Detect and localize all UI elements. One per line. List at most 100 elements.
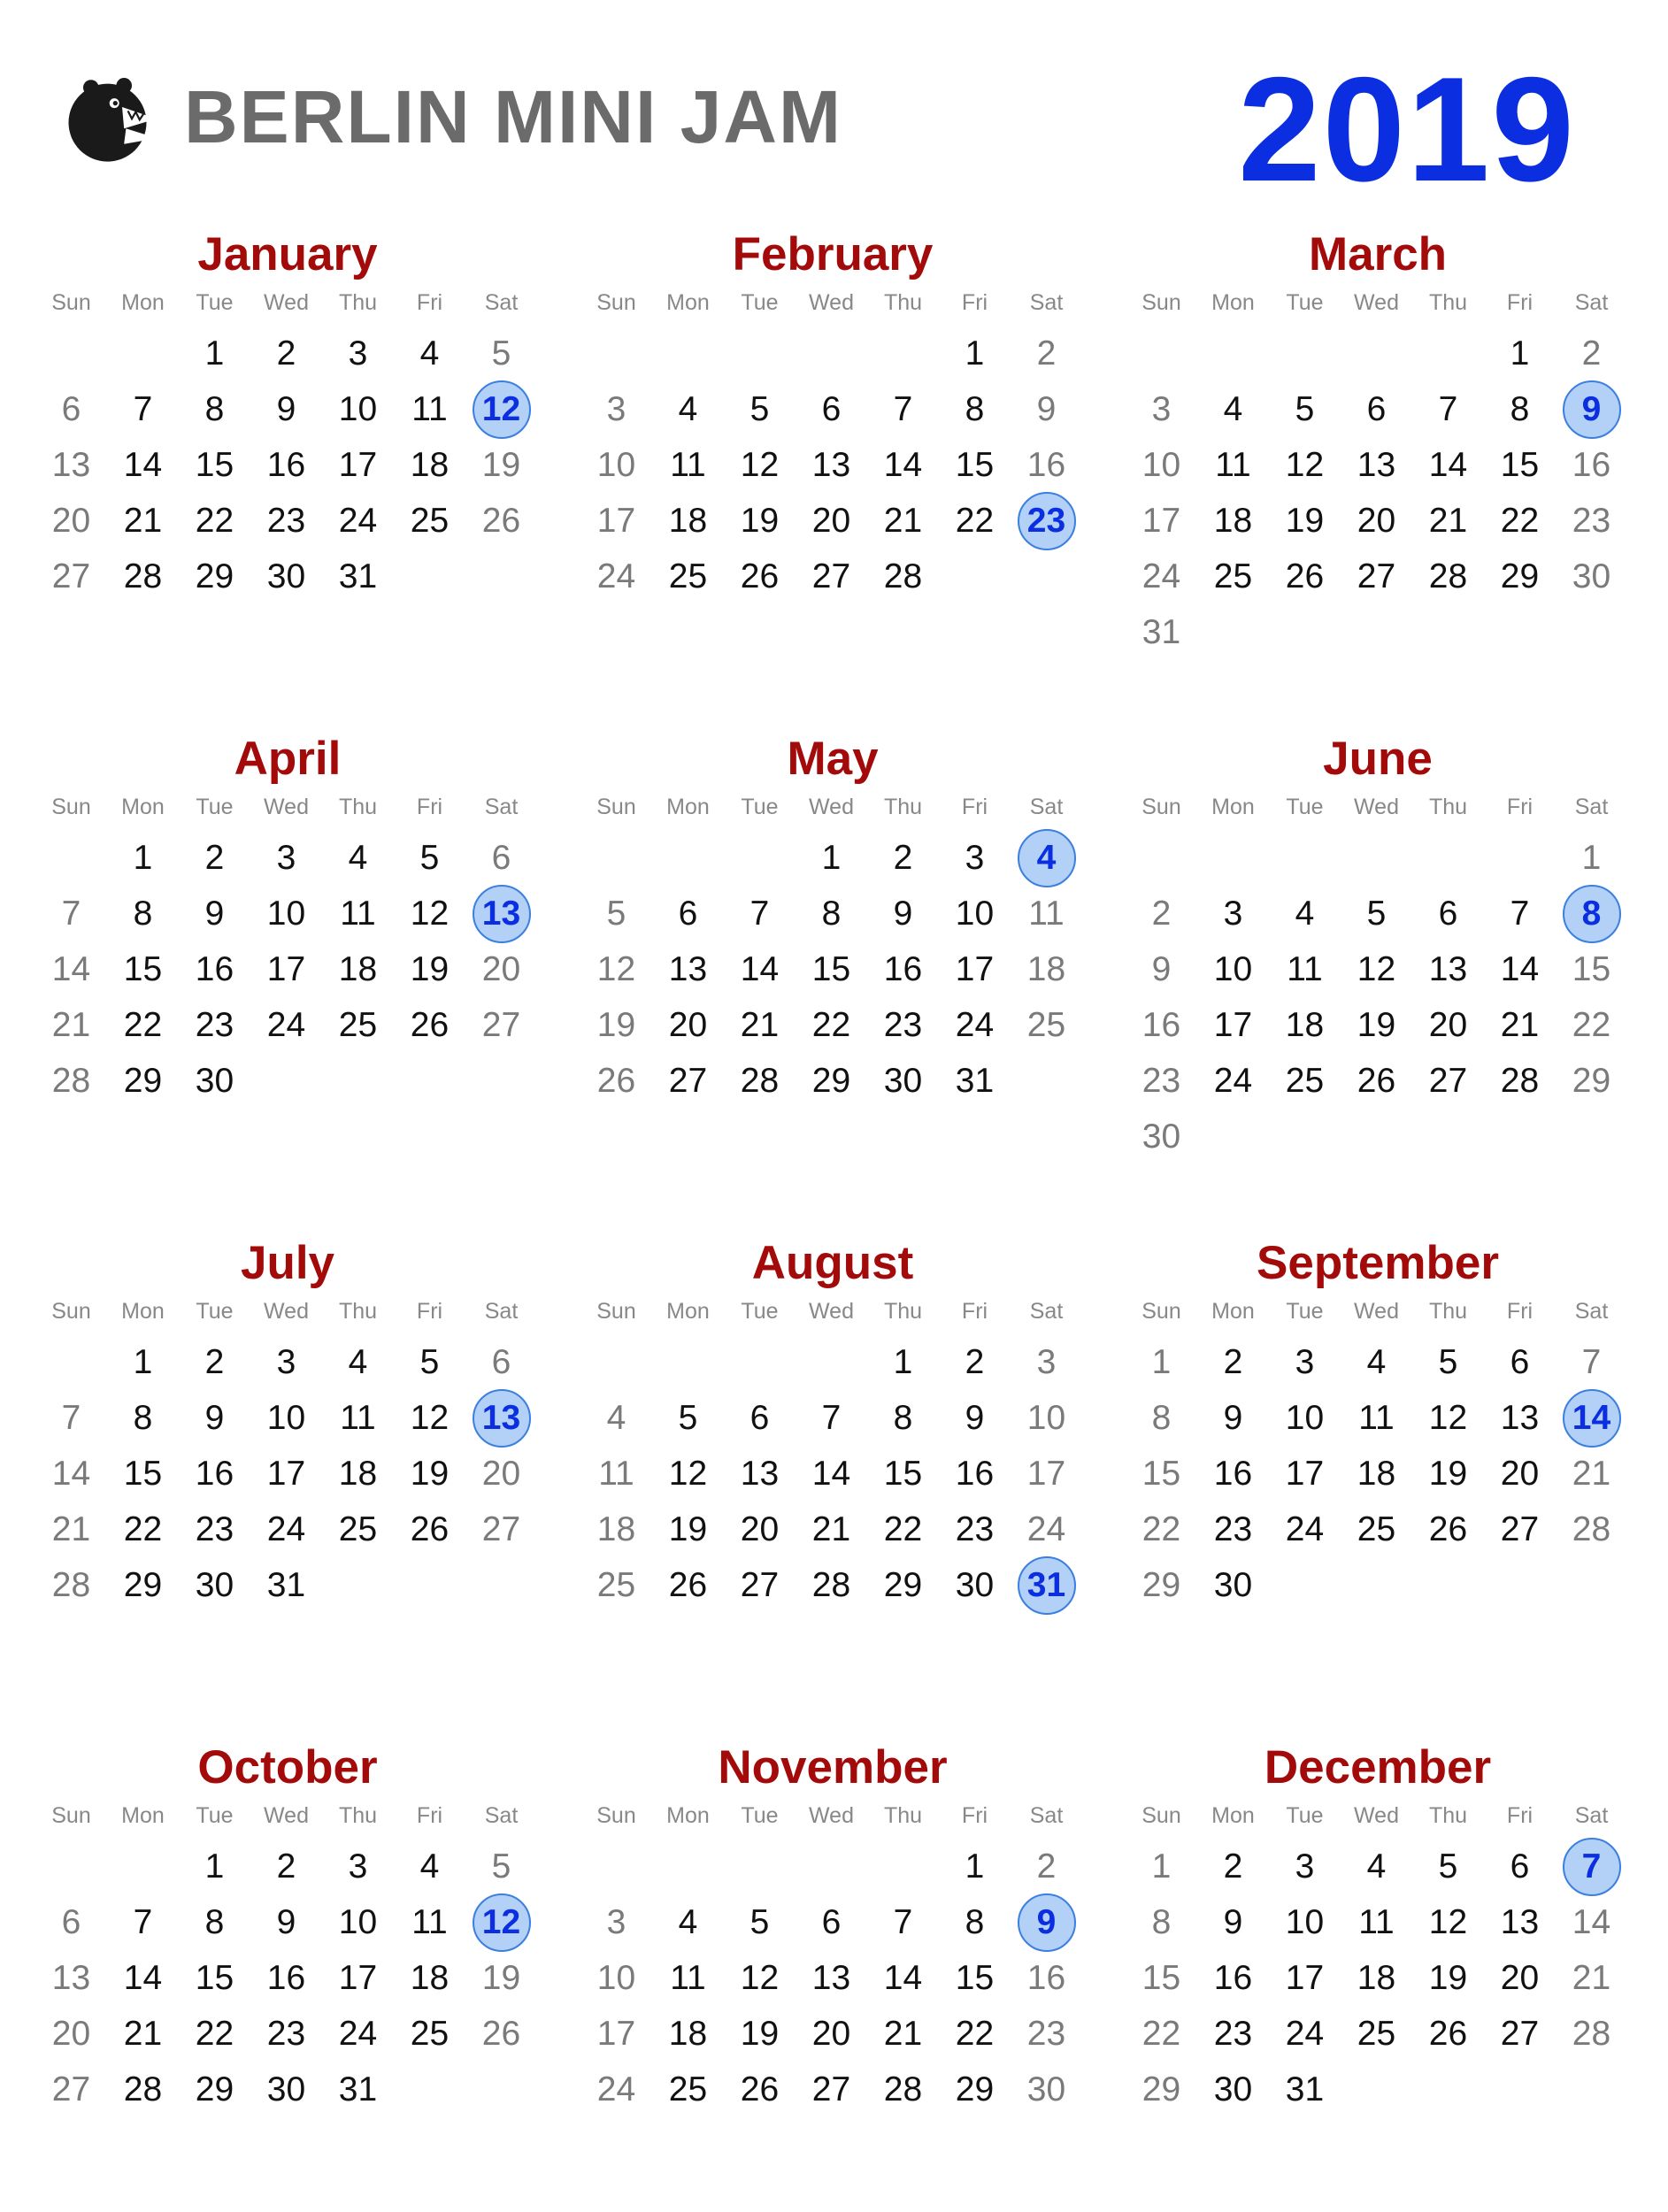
- day-cell[interactable]: 11: [1197, 437, 1269, 493]
- day-cell[interactable]: 27: [652, 1053, 724, 1109]
- day-cell[interactable]: 25: [1341, 1502, 1412, 1557]
- day-cell[interactable]: 25: [1341, 2006, 1412, 2062]
- day-cell[interactable]: 19: [1412, 1950, 1484, 2006]
- day-cell[interactable]: 22: [939, 2006, 1011, 2062]
- day-cell[interactable]: 28: [724, 1053, 796, 1109]
- day-cell[interactable]: 22: [107, 997, 179, 1053]
- day-cell[interactable]: 22: [107, 1502, 179, 1557]
- day-cell[interactable]: 13: [724, 1446, 796, 1502]
- day-cell[interactable]: 5: [465, 1839, 537, 1894]
- day-cell[interactable]: 3: [322, 1839, 394, 1894]
- day-cell[interactable]: 26: [1341, 1053, 1412, 1109]
- day-cell[interactable]: 12: [394, 1390, 465, 1446]
- day-cell[interactable]: 28: [867, 549, 939, 604]
- day-cell[interactable]: 11: [652, 1950, 724, 2006]
- day-cell[interactable]: 26: [724, 2062, 796, 2117]
- day-cell[interactable]: 24: [1269, 2006, 1341, 2062]
- day-cell[interactable]: 25: [322, 1502, 394, 1557]
- day-cell[interactable]: 6: [35, 1894, 107, 1950]
- day-cell[interactable]: 5: [580, 886, 652, 941]
- day-cell[interactable]: 24: [1197, 1053, 1269, 1109]
- day-cell[interactable]: 25: [1269, 1053, 1341, 1109]
- day-cell[interactable]: 30: [179, 1053, 250, 1109]
- day-cell[interactable]: 18: [652, 493, 724, 549]
- day-cell[interactable]: 13: [35, 1950, 107, 2006]
- day-cell[interactable]: 14: [867, 1950, 939, 2006]
- day-cell[interactable]: 6: [1412, 886, 1484, 941]
- day-cell[interactable]: 28: [35, 1053, 107, 1109]
- day-cell[interactable]: 14: [35, 1446, 107, 1502]
- day-cell[interactable]: 27: [796, 2062, 867, 2117]
- day-cell[interactable]: 6: [35, 381, 107, 437]
- day-cell[interactable]: 24: [939, 997, 1011, 1053]
- day-cell[interactable]: 8: [179, 1894, 250, 1950]
- day-cell[interactable]: 7: [867, 1894, 939, 1950]
- day-cell[interactable]: 24: [322, 493, 394, 549]
- day-cell[interactable]: 21: [867, 2006, 939, 2062]
- day-cell[interactable]: 2: [1556, 326, 1627, 381]
- day-cell[interactable]: 12: [1269, 437, 1341, 493]
- highlighted-day[interactable]: 13: [465, 884, 537, 943]
- day-cell[interactable]: 17: [580, 493, 652, 549]
- day-cell[interactable]: 11: [394, 1894, 465, 1950]
- day-cell[interactable]: 14: [1484, 941, 1556, 997]
- day-cell[interactable]: 5: [1341, 886, 1412, 941]
- day-cell[interactable]: 7: [35, 886, 107, 941]
- day-cell[interactable]: 3: [250, 830, 322, 886]
- day-cell[interactable]: 30: [1197, 1557, 1269, 1613]
- day-cell[interactable]: 20: [1412, 997, 1484, 1053]
- day-cell[interactable]: 13: [796, 437, 867, 493]
- day-cell[interactable]: 18: [1341, 1950, 1412, 2006]
- day-cell[interactable]: 26: [724, 549, 796, 604]
- day-cell[interactable]: 4: [394, 326, 465, 381]
- day-cell[interactable]: 6: [796, 381, 867, 437]
- day-cell[interactable]: 7: [1412, 381, 1484, 437]
- day-cell[interactable]: 2: [867, 830, 939, 886]
- day-cell[interactable]: 6: [724, 1390, 796, 1446]
- day-cell[interactable]: 7: [867, 381, 939, 437]
- day-cell[interactable]: 27: [1484, 1502, 1556, 1557]
- day-cell[interactable]: 5: [1412, 1839, 1484, 1894]
- day-cell[interactable]: 20: [35, 2006, 107, 2062]
- day-cell[interactable]: 29: [1126, 2062, 1197, 2117]
- day-cell[interactable]: 24: [1126, 549, 1197, 604]
- day-cell[interactable]: 30: [179, 1557, 250, 1613]
- day-cell[interactable]: 3: [580, 381, 652, 437]
- day-cell[interactable]: 4: [580, 1390, 652, 1446]
- day-cell[interactable]: 10: [1269, 1894, 1341, 1950]
- day-cell[interactable]: 6: [652, 886, 724, 941]
- day-cell[interactable]: 14: [867, 437, 939, 493]
- day-cell[interactable]: 16: [939, 1446, 1011, 1502]
- day-cell[interactable]: 30: [250, 2062, 322, 2117]
- day-cell[interactable]: 3: [939, 830, 1011, 886]
- day-cell[interactable]: 28: [1556, 2006, 1627, 2062]
- day-cell[interactable]: 15: [1126, 1950, 1197, 2006]
- day-cell[interactable]: 18: [652, 2006, 724, 2062]
- day-cell[interactable]: 16: [179, 1446, 250, 1502]
- day-cell[interactable]: 28: [1412, 549, 1484, 604]
- day-cell[interactable]: 29: [939, 2062, 1011, 2117]
- day-cell[interactable]: 6: [1484, 1839, 1556, 1894]
- day-cell[interactable]: 17: [322, 1950, 394, 2006]
- day-cell[interactable]: 29: [1556, 1053, 1627, 1109]
- day-cell[interactable]: 15: [179, 437, 250, 493]
- day-cell[interactable]: 13: [35, 437, 107, 493]
- day-cell[interactable]: 11: [394, 381, 465, 437]
- day-cell[interactable]: 4: [322, 1334, 394, 1390]
- day-cell[interactable]: 27: [1341, 549, 1412, 604]
- day-cell[interactable]: 19: [394, 941, 465, 997]
- day-cell[interactable]: 3: [250, 1334, 322, 1390]
- day-cell[interactable]: 30: [1126, 1109, 1197, 1164]
- highlighted-day[interactable]: 12: [465, 1893, 537, 1952]
- day-cell[interactable]: 23: [1126, 1053, 1197, 1109]
- day-cell[interactable]: 30: [939, 1557, 1011, 1613]
- day-cell[interactable]: 30: [867, 1053, 939, 1109]
- day-cell[interactable]: 31: [322, 549, 394, 604]
- day-cell[interactable]: 18: [1011, 941, 1082, 997]
- day-cell[interactable]: 18: [1269, 997, 1341, 1053]
- day-cell[interactable]: 16: [250, 1950, 322, 2006]
- day-cell[interactable]: 10: [1126, 437, 1197, 493]
- day-cell[interactable]: 15: [179, 1950, 250, 2006]
- day-cell[interactable]: 8: [179, 381, 250, 437]
- day-cell[interactable]: 7: [724, 886, 796, 941]
